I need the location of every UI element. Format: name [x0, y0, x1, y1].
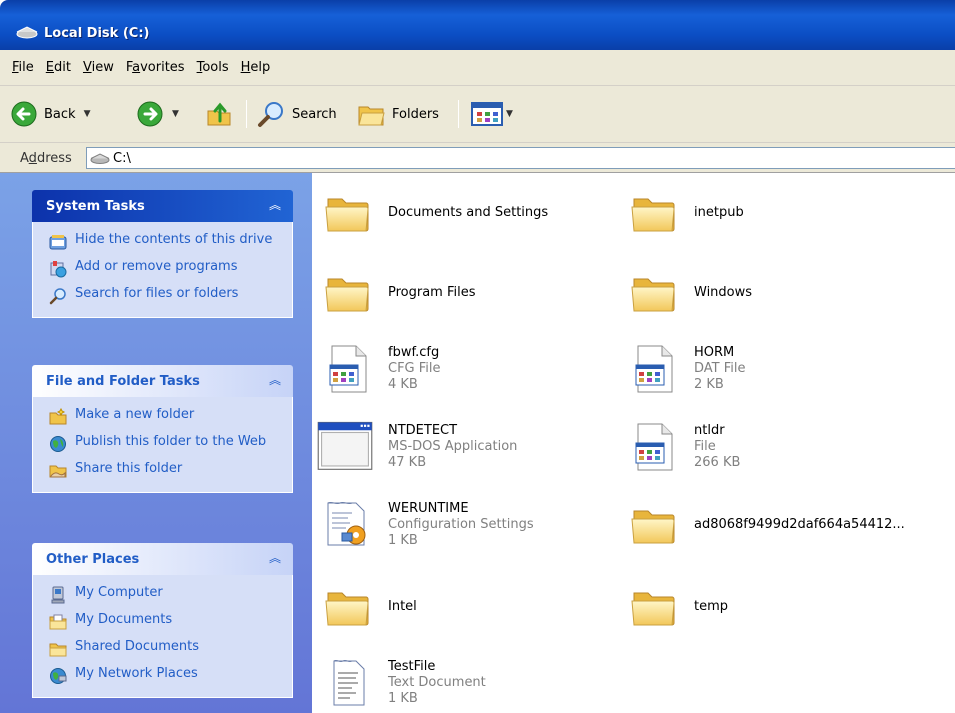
search-button[interactable]: Search — [256, 98, 337, 130]
place-my-network-places[interactable]: My Network Places — [49, 666, 284, 685]
search-icon — [49, 288, 66, 305]
file-item[interactable]: NTDETECT MS-DOS Application 47 KB — [316, 417, 517, 477]
menu-file[interactable]: File — [12, 60, 34, 75]
generic-file-icon — [628, 343, 680, 395]
file-folder-tasks-header[interactable]: File and Folder Tasks ︽ — [32, 365, 293, 397]
file-item[interactable]: temp — [628, 577, 728, 637]
folders-button[interactable]: Folders — [356, 98, 439, 130]
views-icon — [471, 102, 503, 126]
search-icon — [258, 102, 283, 127]
forward-dropdown-icon[interactable]: ▼ — [172, 109, 179, 119]
new-folder-icon — [49, 408, 67, 425]
file-item[interactable]: fbwf.cfg CFG File 4 KB — [322, 339, 441, 399]
generic-file-icon — [322, 343, 374, 395]
msdos-app-icon — [316, 418, 374, 476]
network-places-icon — [50, 668, 67, 684]
up-folder-icon — [207, 102, 231, 126]
folder-icon — [628, 581, 680, 633]
forward-arrow-icon — [137, 101, 163, 127]
place-shared-documents[interactable]: Shared Documents — [49, 639, 284, 658]
file-list: Documents and Settings inetpub Program F… — [312, 173, 955, 713]
file-item[interactable]: inetpub — [628, 183, 744, 243]
folders-icon — [358, 106, 385, 126]
address-input[interactable]: C:\ — [86, 147, 955, 169]
my-documents-icon — [49, 614, 67, 630]
task-add-remove-programs[interactable]: Add or remove programs — [49, 259, 284, 278]
file-item[interactable]: Program Files — [322, 263, 476, 323]
folder-icon — [322, 187, 374, 239]
collapse-chevron-icon[interactable]: ︽ — [267, 198, 283, 214]
text-document-icon — [322, 657, 374, 709]
publish-web-icon — [50, 436, 66, 452]
share-folder-icon — [49, 465, 67, 478]
menu-view[interactable]: View — [83, 60, 114, 75]
add-remove-programs-icon — [50, 261, 67, 278]
file-item[interactable]: WERUNTIME Configuration Settings 1 KB — [322, 495, 534, 555]
system-tasks-header[interactable]: System Tasks ︽ — [32, 190, 293, 222]
other-places-header[interactable]: Other Places ︽ — [32, 543, 293, 575]
file-item[interactable]: ntldr File 266 KB — [628, 417, 740, 477]
address-value: C:\ — [113, 151, 131, 166]
menu-edit[interactable]: Edit — [46, 60, 71, 75]
task-search-files[interactable]: Search for files or folders — [49, 286, 284, 305]
folder-icon — [322, 581, 374, 633]
drive-icon — [16, 25, 38, 42]
task-hide-contents[interactable]: Hide the contents of this drive — [49, 232, 284, 251]
file-item[interactable]: Intel — [322, 577, 417, 637]
window-title: Local Disk (C:) — [44, 26, 150, 41]
up-folder-button[interactable] — [204, 98, 234, 130]
hide-contents-icon — [49, 235, 67, 250]
file-item[interactable]: ad8068f9499d2daf664a54412... — [628, 495, 905, 555]
drive-icon — [90, 152, 110, 167]
views-dropdown-icon[interactable]: ▼ — [506, 109, 513, 119]
generic-file-icon — [628, 421, 680, 473]
place-my-documents[interactable]: My Documents — [49, 612, 284, 631]
menu-help[interactable]: Help — [241, 60, 271, 75]
folder-icon — [628, 499, 680, 551]
toolbar-separator — [246, 100, 247, 128]
menu-bar: File Edit View Favorites Tools Help — [0, 50, 955, 86]
collapse-chevron-icon[interactable]: ︽ — [267, 551, 283, 567]
back-button[interactable]: Back ▼ — [10, 98, 90, 130]
system-tasks-panel: System Tasks ︽ Hide the contents of this… — [32, 190, 293, 318]
other-places-body: My Computer My Documents Shared Document… — [32, 575, 293, 698]
shared-documents-icon — [49, 643, 67, 657]
folder-icon — [628, 187, 680, 239]
toolbar: Back ▼ ▼ Search Folders ▼ — [0, 86, 955, 143]
back-arrow-icon — [11, 101, 37, 127]
address-label: Address — [20, 151, 72, 166]
folder-icon — [628, 267, 680, 319]
collapse-chevron-icon[interactable]: ︽ — [267, 373, 283, 389]
menu-tools[interactable]: Tools — [197, 60, 229, 75]
config-settings-icon — [322, 499, 374, 551]
views-button[interactable]: ▼ — [470, 98, 513, 130]
file-item[interactable]: Windows — [628, 263, 752, 323]
file-item[interactable]: TestFile Text Document 1 KB — [322, 653, 486, 713]
file-item[interactable]: HORM DAT File 2 KB — [628, 339, 746, 399]
my-computer-icon — [51, 586, 65, 604]
task-publish-web[interactable]: Publish this folder to the Web — [49, 434, 284, 453]
other-places-panel: Other Places ︽ My Computer My Documents … — [32, 543, 293, 698]
forward-button[interactable]: ▼ — [136, 98, 179, 130]
place-my-computer[interactable]: My Computer — [49, 585, 284, 604]
folder-icon — [322, 267, 374, 319]
system-tasks-body: Hide the contents of this drive Add or r… — [32, 222, 293, 318]
task-pane: System Tasks ︽ Hide the contents of this… — [0, 173, 312, 713]
file-folder-tasks-panel: File and Folder Tasks ︽ Make a new folde… — [32, 365, 293, 493]
toolbar-separator — [458, 100, 459, 128]
task-share-folder[interactable]: Share this folder — [49, 461, 284, 480]
menu-favorites[interactable]: Favorites — [126, 60, 185, 75]
title-bar[interactable]: Local Disk (C:) — [0, 0, 955, 50]
task-make-new-folder[interactable]: Make a new folder — [49, 407, 284, 426]
file-item[interactable]: Documents and Settings — [322, 183, 548, 243]
address-bar: Address C:\ — [0, 143, 955, 173]
file-folder-tasks-body: Make a new folder Publish this folder to… — [32, 397, 293, 493]
back-dropdown-icon[interactable]: ▼ — [84, 109, 91, 119]
